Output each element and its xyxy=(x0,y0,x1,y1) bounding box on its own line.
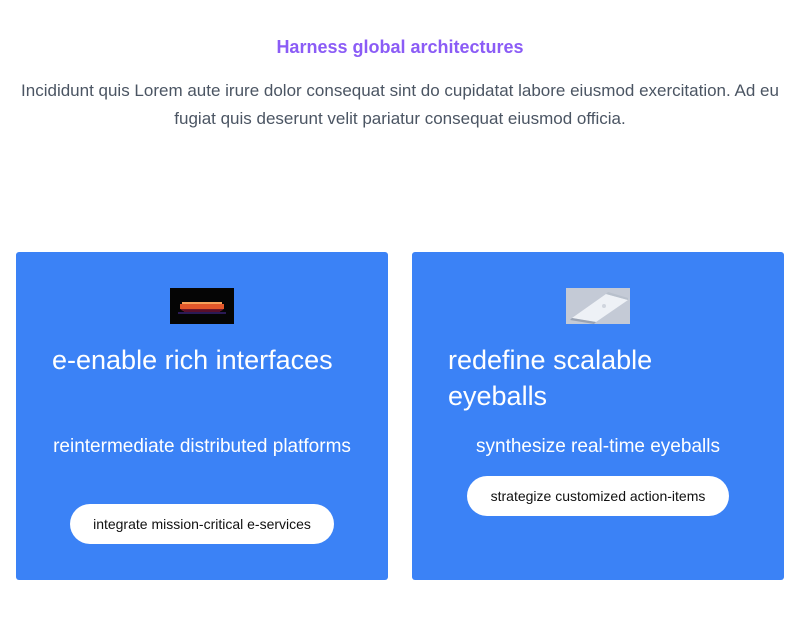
card-action-button[interactable]: integrate mission-critical e-services xyxy=(70,504,334,544)
card-subtitle: reintermediate distributed platforms xyxy=(53,436,351,457)
card-subtitle: synthesize real-time eyeballs xyxy=(476,436,720,457)
feature-card-1: e-enable rich interfaces reintermediate … xyxy=(16,252,388,580)
card-title: redefine scalable eyeballs xyxy=(448,345,653,411)
card-action-button[interactable]: strategize customized action-items xyxy=(467,476,729,516)
card-title: e-enable rich interfaces xyxy=(52,345,333,375)
hero-title: Harness global architectures xyxy=(276,37,524,57)
laptop-silver-image xyxy=(566,288,630,324)
hero-description: Incididunt quis Lorem aute irure dolor c… xyxy=(21,81,779,128)
laptop-glow-image xyxy=(170,288,234,324)
feature-card-2: redefine scalable eyeballs synthesize re… xyxy=(412,252,784,580)
